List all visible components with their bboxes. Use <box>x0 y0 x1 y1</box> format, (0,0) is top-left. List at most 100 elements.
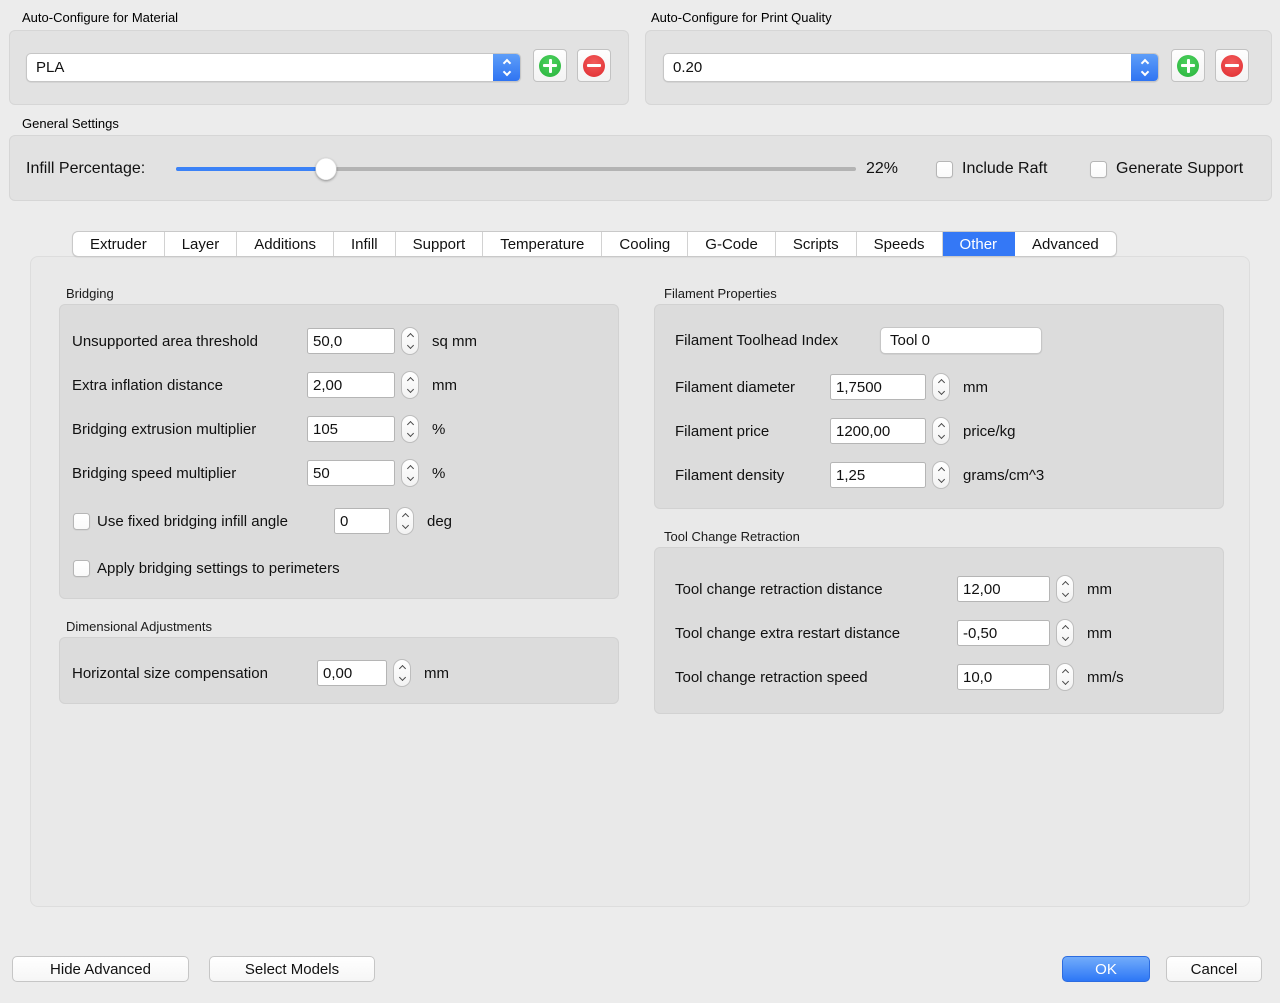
select-models-button[interactable]: Select Models <box>209 956 375 982</box>
bridging-group-title: Bridging <box>66 286 114 301</box>
setting-row: Filament density grams/cm^3 <box>675 461 1044 489</box>
unit-label: mm <box>432 377 457 394</box>
generate-support-option: Generate Support <box>1090 136 1243 202</box>
stepper-icon[interactable] <box>393 659 411 687</box>
material-select[interactable]: PLA <box>26 53 521 82</box>
setting-label: Tool change retraction distance <box>675 581 957 598</box>
extra-inflation-distance-input[interactable] <box>307 372 395 398</box>
quality-select[interactable]: 0.20 <box>663 53 1159 82</box>
stepper-icon[interactable] <box>396 507 414 535</box>
tab-support[interactable]: Support <box>396 232 484 256</box>
tab-advanced[interactable]: Advanced <box>1015 232 1116 256</box>
filament-price-input[interactable] <box>830 418 926 444</box>
horizontal-size-compensation-input[interactable] <box>317 660 387 686</box>
setting-label: Extra inflation distance <box>72 377 307 394</box>
setting-row: Filament diameter mm <box>675 373 988 401</box>
setting-row: Bridging speed multiplier % <box>72 459 445 487</box>
setting-label: Unsupported area threshold <box>72 333 307 350</box>
apply-bridging-to-perimeters-checkbox[interactable] <box>73 560 90 577</box>
unit-label: sq mm <box>432 333 477 350</box>
ok-button[interactable]: OK <box>1062 956 1150 982</box>
setting-row: Filament Toolhead Index Tool 0 <box>675 326 1042 354</box>
bridging-extrusion-multiplier-input[interactable] <box>307 416 395 442</box>
include-raft-option: Include Raft <box>936 136 1047 202</box>
setting-label: Tool change extra restart distance <box>675 625 957 642</box>
bridging-infill-angle-input[interactable] <box>334 508 390 534</box>
quality-section-title: Auto-Configure for Print Quality <box>651 10 832 25</box>
chevron-up-down-icon <box>1016 328 1041 353</box>
infill-slider-thumb[interactable] <box>315 158 336 180</box>
unit-label: grams/cm^3 <box>963 467 1044 484</box>
stepper-icon[interactable] <box>401 327 419 355</box>
unit-label: % <box>432 421 445 438</box>
stepper-icon[interactable] <box>401 371 419 399</box>
tab-additions[interactable]: Additions <box>237 232 334 256</box>
stepper-icon[interactable] <box>932 417 950 445</box>
setting-row: Tool change retraction distance mm <box>675 575 1112 603</box>
minus-icon <box>1221 55 1243 77</box>
settings-tab-bar: Extruder Layer Additions Infill Support … <box>72 231 1117 257</box>
setting-row: Filament price price/kg <box>675 417 1016 445</box>
setting-label: Filament price <box>675 423 830 440</box>
tab-scripts[interactable]: Scripts <box>776 232 857 256</box>
tab-infill[interactable]: Infill <box>334 232 396 256</box>
tab-layer[interactable]: Layer <box>165 232 238 256</box>
unit-label: mm <box>1087 625 1112 642</box>
include-raft-label: Include Raft <box>962 160 1047 178</box>
generate-support-label: Generate Support <box>1116 160 1243 178</box>
bridging-speed-multiplier-input[interactable] <box>307 460 395 486</box>
material-select-value: PLA <box>27 54 493 81</box>
generate-support-checkbox[interactable] <box>1090 161 1107 178</box>
infill-slider[interactable] <box>176 136 856 202</box>
tab-other[interactable]: Other <box>943 232 1016 256</box>
add-quality-profile-button[interactable] <box>1171 49 1205 82</box>
material-section-title: Auto-Configure for Material <box>22 10 178 25</box>
toolchange-retraction-distance-input[interactable] <box>957 576 1050 602</box>
infill-slider-track[interactable] <box>176 167 856 171</box>
tab-cooling[interactable]: Cooling <box>602 232 688 256</box>
stepper-icon[interactable] <box>932 373 950 401</box>
dimensional-group-title: Dimensional Adjustments <box>66 619 212 634</box>
setting-label: Bridging speed multiplier <box>72 465 307 482</box>
plus-icon <box>539 55 561 77</box>
stepper-icon[interactable] <box>401 415 419 443</box>
tab-speeds[interactable]: Speeds <box>857 232 943 256</box>
stepper-icon[interactable] <box>401 459 419 487</box>
remove-quality-profile-button[interactable] <box>1215 49 1249 82</box>
bridging-group: Unsupported area threshold sq mm Extra i… <box>59 304 619 599</box>
tab-extruder[interactable]: Extruder <box>73 232 165 256</box>
infill-slider-fill <box>176 167 326 171</box>
include-raft-checkbox[interactable] <box>936 161 953 178</box>
filament-diameter-input[interactable] <box>830 374 926 400</box>
use-fixed-bridging-angle-checkbox[interactable] <box>73 513 90 530</box>
stepper-icon[interactable] <box>1056 663 1074 691</box>
other-tab-content: Bridging Unsupported area threshold sq m… <box>30 256 1250 907</box>
unsupported-area-threshold-input[interactable] <box>307 328 395 354</box>
setting-row: Apply bridging settings to perimeters <box>73 554 340 582</box>
unit-label: price/kg <box>963 423 1016 440</box>
cancel-button[interactable]: Cancel <box>1166 956 1262 982</box>
setting-row: Use fixed bridging infill angle deg <box>73 507 452 535</box>
toolchange-retraction-speed-input[interactable] <box>957 664 1050 690</box>
hide-advanced-button[interactable]: Hide Advanced <box>12 956 189 982</box>
stepper-icon[interactable] <box>932 461 950 489</box>
tab-temperature[interactable]: Temperature <box>483 232 602 256</box>
add-material-profile-button[interactable] <box>533 49 567 82</box>
setting-row: Tool change extra restart distance mm <box>675 619 1112 647</box>
filament-toolhead-select[interactable]: Tool 0 <box>880 327 1042 354</box>
tab-gcode[interactable]: G-Code <box>688 232 776 256</box>
setting-row: Bridging extrusion multiplier % <box>72 415 445 443</box>
setting-label: Bridging extrusion multiplier <box>72 421 307 438</box>
unit-label: deg <box>427 513 452 530</box>
unit-label: mm/s <box>1087 669 1124 686</box>
stepper-icon[interactable] <box>1056 619 1074 647</box>
toolchange-group: Tool change retraction distance mm Tool … <box>654 547 1224 714</box>
toolchange-extra-restart-distance-input[interactable] <box>957 620 1050 646</box>
remove-material-profile-button[interactable] <box>577 49 611 82</box>
filament-density-input[interactable] <box>830 462 926 488</box>
stepper-icon[interactable] <box>1056 575 1074 603</box>
plus-icon <box>1177 55 1199 77</box>
minus-icon <box>583 55 605 77</box>
setting-label: Filament diameter <box>675 379 830 396</box>
setting-label: Filament Toolhead Index <box>675 332 880 349</box>
